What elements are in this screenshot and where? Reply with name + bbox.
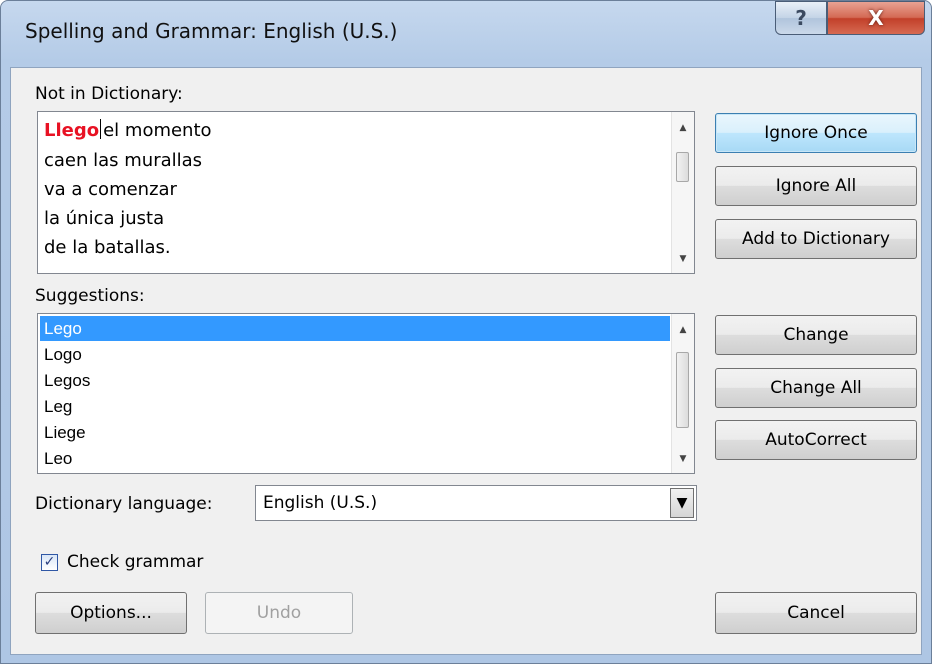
cancel-label: Cancel (787, 603, 845, 623)
add-to-dictionary-label: Add to Dictionary (742, 229, 890, 249)
ignore-all-label: Ignore All (775, 176, 857, 196)
text-line-2: caen las murallas (44, 150, 203, 171)
suggestions-list[interactable]: Lego Logo Legos Leg Liege Leo ▲ ▼ (37, 313, 695, 474)
spelling-grammar-dialog: Spelling and Grammar: English (U.S.) ? X… (0, 0, 932, 664)
help-icon: ? (795, 6, 807, 30)
ignore-once-button[interactable]: Ignore Once (715, 113, 917, 153)
undo-button[interactable]: Undo (205, 592, 353, 634)
suggestion-item[interactable]: Logo (40, 342, 670, 367)
dictionary-language-value: English (U.S.) (263, 493, 378, 513)
text-line-5: de la batallas. (44, 237, 171, 258)
scrollbar-thumb[interactable] (676, 352, 689, 428)
text-line-1: Llego el momento (44, 119, 212, 141)
text-line-3: va a comenzar (44, 179, 177, 200)
suggestion-item[interactable]: Liege (40, 420, 670, 445)
dialog-body: Not in Dictionary: Llego el momento caen … (10, 67, 922, 655)
text-line-4: la única justa (44, 208, 165, 229)
suggestion-item[interactable]: Lego (40, 316, 670, 341)
scroll-up-icon[interactable]: ▲ (672, 118, 694, 138)
suggestion-item[interactable]: Leo (40, 446, 670, 471)
suggestion-item[interactable]: Leg (40, 394, 670, 419)
scrollbar-thumb[interactable] (676, 152, 689, 182)
suggestions-label: Suggestions: (35, 286, 145, 306)
close-icon: X (868, 6, 884, 30)
change-all-label: Change All (770, 378, 862, 398)
scroll-up-icon[interactable]: ▲ (672, 320, 694, 340)
options-button[interactable]: Options... (35, 592, 187, 634)
undo-label: Undo (256, 603, 302, 623)
cancel-button[interactable]: Cancel (715, 592, 917, 634)
options-label: Options... (70, 603, 152, 623)
change-all-button[interactable]: Change All (715, 368, 917, 408)
not-in-dictionary-text[interactable]: Llego el momento caen las murallas va a c… (37, 111, 695, 274)
ignore-once-label: Ignore Once (764, 123, 868, 143)
check-grammar-label[interactable]: Check grammar (67, 552, 203, 572)
close-button[interactable]: X (827, 1, 925, 35)
dropdown-arrow-icon[interactable]: ▼ (670, 488, 694, 518)
suggestions-scrollbar[interactable]: ▲ ▼ (671, 314, 694, 473)
misspelled-word: Llego (44, 120, 100, 141)
not-in-dictionary-label: Not in Dictionary: (35, 84, 183, 104)
dictionary-language-label: Dictionary language: (35, 494, 213, 514)
text-scrollbar[interactable]: ▲ ▼ (671, 112, 694, 273)
scroll-down-icon[interactable]: ▼ (672, 449, 694, 469)
ignore-all-button[interactable]: Ignore All (715, 166, 917, 206)
change-button[interactable]: Change (715, 315, 917, 355)
text-caret (100, 119, 102, 139)
dialog-title: Spelling and Grammar: English (U.S.) (25, 19, 398, 43)
autocorrect-label: AutoCorrect (765, 430, 867, 450)
line-1-rest: el momento (103, 120, 212, 141)
help-button[interactable]: ? (775, 1, 827, 35)
change-label: Change (783, 325, 849, 345)
suggestion-item[interactable]: Legos (40, 368, 670, 393)
add-to-dictionary-button[interactable]: Add to Dictionary (715, 219, 917, 259)
dictionary-language-select[interactable]: English (U.S.) ▼ (255, 485, 697, 521)
check-grammar-checkbox[interactable]: ✓ (41, 554, 58, 571)
autocorrect-button[interactable]: AutoCorrect (715, 420, 917, 460)
scroll-down-icon[interactable]: ▼ (672, 249, 694, 269)
